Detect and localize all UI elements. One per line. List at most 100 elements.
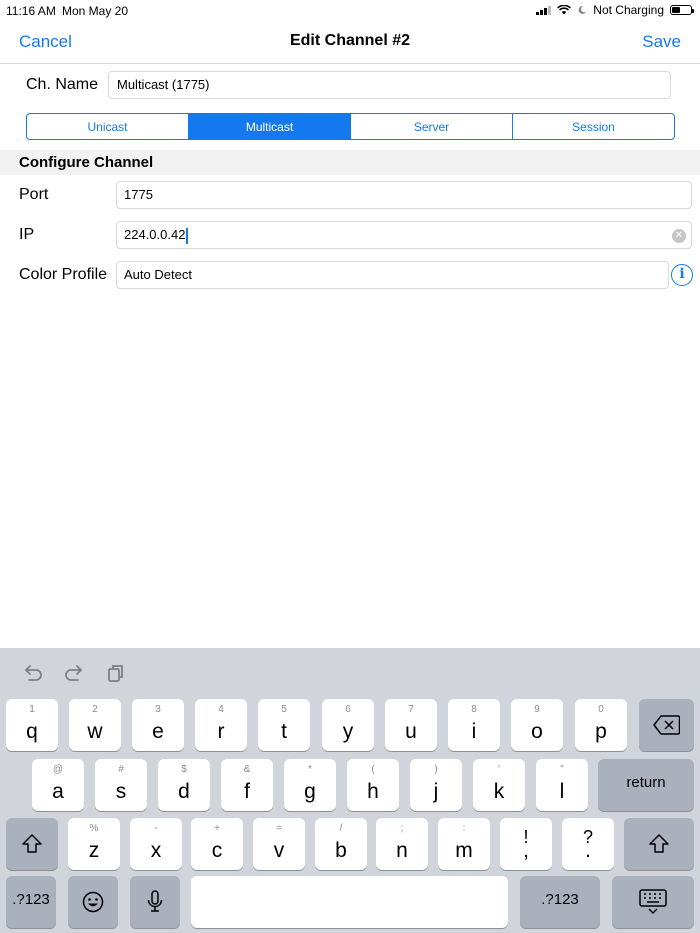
keyboard: 1q 2w 3e 4r 5t 6y 7u 8i 9o 0p @ a # s $ d &… xyxy=(0,648,700,933)
color-profile-input[interactable]: Auto Detect xyxy=(116,261,669,289)
status-date: Mon May 20 xyxy=(62,4,129,18)
numbers-key-right[interactable]: .?123 xyxy=(520,876,600,928)
key-q[interactable]: 1q xyxy=(6,699,58,751)
key-label: r xyxy=(217,720,225,743)
undo-icon[interactable] xyxy=(21,662,45,684)
page-title: Edit Channel #2 xyxy=(289,32,411,49)
key-i[interactable]: 8i xyxy=(448,699,500,751)
key-label: w xyxy=(87,720,103,743)
emoji-key[interactable] xyxy=(68,876,118,928)
text-cursor xyxy=(186,227,189,244)
key-label: b xyxy=(335,839,347,862)
segment-unicast[interactable]: Unicast xyxy=(27,114,189,139)
key-e[interactable]: 3e xyxy=(132,699,184,751)
key-label: u xyxy=(405,720,417,743)
key-r[interactable]: 4r xyxy=(195,699,247,751)
key-d[interactable]: $ d xyxy=(158,759,210,811)
status-bar: 11:16 AM Mon May 20 Not Charging xyxy=(0,0,700,20)
key-label: n xyxy=(396,839,408,862)
microphone-icon xyxy=(147,890,163,912)
key-label: q xyxy=(26,720,38,743)
key-comma[interactable]: !, xyxy=(500,818,552,870)
numbers-key-label: .?123 xyxy=(541,891,579,908)
key-hint: / xyxy=(339,823,343,834)
delete-key[interactable] xyxy=(639,699,694,751)
key-hint: 7 xyxy=(408,704,414,715)
key-hint: $ xyxy=(181,764,187,775)
key-hint: = xyxy=(276,823,282,834)
return-key[interactable]: return xyxy=(598,759,694,811)
key-hint: " xyxy=(560,764,564,775)
info-icon[interactable]: i xyxy=(671,264,693,286)
return-key-label: return xyxy=(626,774,666,791)
key-hint: 9 xyxy=(534,704,540,715)
signal-icon xyxy=(536,5,552,15)
battery-fill xyxy=(672,7,681,13)
key-label: a xyxy=(52,780,64,803)
key-s[interactable]: # s xyxy=(95,759,147,811)
clear-text-icon[interactable]: ✕ xyxy=(672,229,686,243)
key-label: k xyxy=(493,780,505,803)
key-hint: 2 xyxy=(92,704,98,715)
key-hint: ' xyxy=(498,764,500,775)
navigation-bar: Cancel Edit Channel #2 Save xyxy=(0,20,700,64)
numbers-key-label: .?123 xyxy=(12,891,50,908)
channel-name-input[interactable]: Multicast (1775) xyxy=(108,71,671,99)
paste-icon[interactable] xyxy=(104,662,128,684)
ip-label: IP xyxy=(19,226,35,243)
key-hint: 8 xyxy=(471,704,477,715)
key-f[interactable]: & f xyxy=(221,759,273,811)
key-n[interactable]: ; n xyxy=(376,818,428,870)
key-z[interactable]: % z xyxy=(68,818,120,870)
backspace-icon xyxy=(653,715,680,735)
segment-session[interactable]: Session xyxy=(513,114,674,139)
wifi-icon xyxy=(557,5,572,15)
key-j[interactable]: ) j xyxy=(410,759,462,811)
key-g[interactable]: * g xyxy=(284,759,336,811)
key-a[interactable]: @ a xyxy=(32,759,84,811)
shift-key-left[interactable] xyxy=(6,818,58,870)
port-input[interactable]: 1775 xyxy=(116,181,692,209)
key-l[interactable]: " l xyxy=(536,759,588,811)
ip-input[interactable]: 224.0.0.42 xyxy=(116,221,692,249)
section-header-configure-channel: Configure Channel xyxy=(0,150,700,175)
key-b[interactable]: / b xyxy=(315,818,367,870)
key-w[interactable]: 2w xyxy=(69,699,121,751)
key-hint: ; xyxy=(400,823,404,834)
key-label: y xyxy=(342,720,354,743)
key-label: p xyxy=(595,720,607,743)
key-label: l xyxy=(559,780,565,803)
key-hint: * xyxy=(308,764,312,775)
dismiss-keyboard-key[interactable] xyxy=(612,876,694,928)
save-button[interactable]: Save xyxy=(642,32,681,52)
key-u[interactable]: 7u xyxy=(385,699,437,751)
segment-server[interactable]: Server xyxy=(351,114,513,139)
key-v[interactable]: = v xyxy=(253,818,305,870)
key-hint: 6 xyxy=(345,704,351,715)
space-key[interactable] xyxy=(191,876,508,928)
charging-status: Not Charging xyxy=(593,3,664,17)
port-label: Port xyxy=(19,186,49,203)
key-y[interactable]: 6y xyxy=(322,699,374,751)
key-hint: - xyxy=(154,823,158,834)
key-k[interactable]: ' k xyxy=(473,759,525,811)
dictation-key[interactable] xyxy=(130,876,180,928)
key-m[interactable]: :m xyxy=(438,818,490,870)
ip-input-value: 224.0.0.42 xyxy=(124,227,186,242)
numbers-key-left[interactable]: .?123 xyxy=(6,876,56,928)
shift-key-right[interactable] xyxy=(624,818,694,870)
shift-icon xyxy=(22,834,42,853)
key-o[interactable]: 9o xyxy=(511,699,563,751)
key-label: o xyxy=(531,720,543,743)
key-hint: & xyxy=(243,764,251,775)
key-p[interactable]: 0p xyxy=(575,699,627,751)
key-t[interactable]: 5t xyxy=(258,699,310,751)
key-c[interactable]: + c xyxy=(191,818,243,870)
segment-multicast[interactable]: Multicast xyxy=(189,114,351,139)
key-x[interactable]: -x xyxy=(130,818,182,870)
redo-icon[interactable] xyxy=(62,662,86,684)
key-h[interactable]: (h xyxy=(347,759,399,811)
key-period[interactable]: ?. xyxy=(562,818,614,870)
status-indicators: Not Charging xyxy=(536,3,694,17)
key-hint: @ xyxy=(52,764,64,775)
